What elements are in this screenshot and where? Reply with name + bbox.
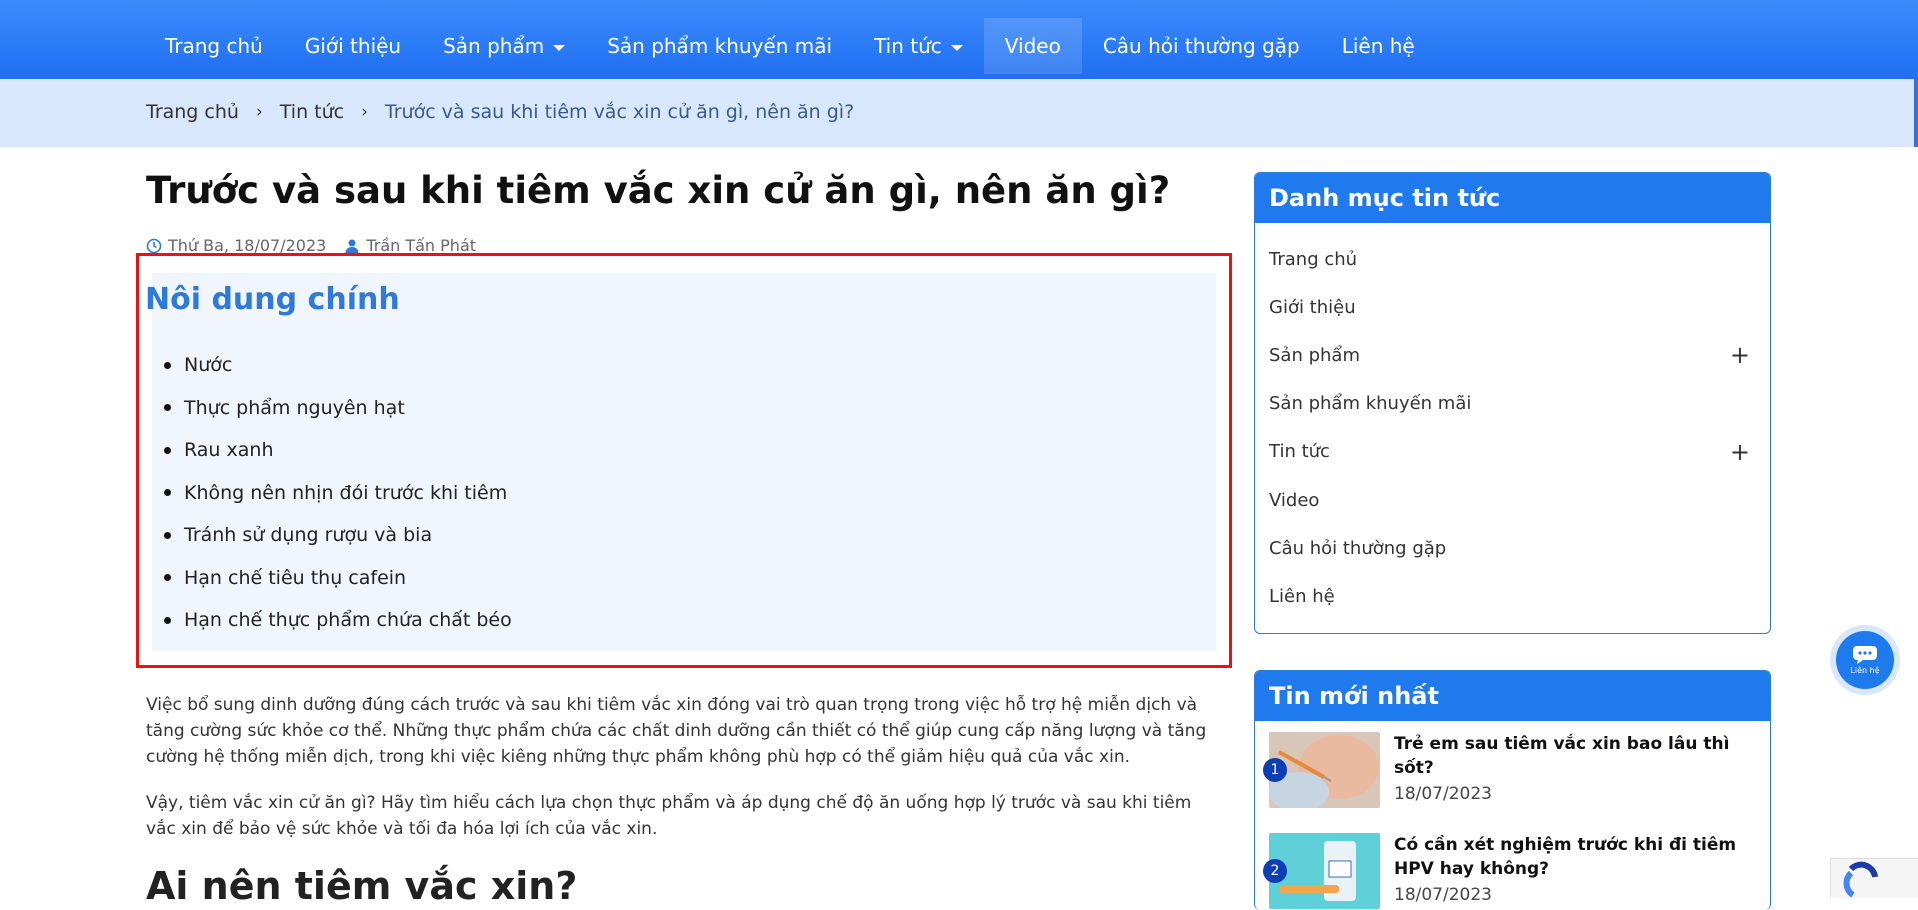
toc-item[interactable]: Không nên nhịn đói trước khi tiêm: [160, 472, 512, 515]
nav-label: Câu hỏi thường gặp: [1102, 34, 1300, 58]
page-scrollbar[interactable]: [1914, 79, 1918, 147]
news-title[interactable]: Có cần xét nghiệm trước khi đi tiêm HPV …: [1394, 833, 1754, 881]
category-item-faq[interactable]: Câu hỏi thường gặp: [1255, 524, 1770, 572]
category-item-promotions[interactable]: Sản phẩm khuyến mãi: [1255, 380, 1770, 428]
contact-chat-button[interactable]: Liên hệ: [1836, 631, 1894, 689]
user-icon: [345, 239, 359, 253]
nav-item-promotions[interactable]: Sản phẩm khuyến mãi: [586, 18, 853, 74]
breadcrumb-home-link[interactable]: Trang chủ: [146, 101, 239, 123]
category-label: Câu hỏi thường gặp: [1269, 537, 1447, 559]
chat-label: Liên hệ: [1850, 666, 1880, 675]
news-rank-badge: 1: [1263, 758, 1287, 782]
caret-down-icon: [553, 44, 566, 51]
news-date: 18/07/2023: [1394, 885, 1492, 905]
chevron-right-icon: ›: [361, 102, 368, 122]
category-item-contact[interactable]: Liên hệ: [1255, 572, 1770, 620]
category-panel-title: Danh mục tin tức: [1255, 173, 1770, 223]
category-panel: Danh mục tin tức Trang chủ Giới thiệu Sả…: [1254, 172, 1771, 634]
nav-label: Video: [1004, 34, 1061, 58]
chevron-right-icon: ›: [255, 102, 263, 122]
breadcrumb-news-link[interactable]: Tin tức: [280, 101, 344, 123]
toc-item[interactable]: Tránh sử dụng rượu và bia: [160, 514, 512, 557]
nav-label: Giới thiệu: [304, 34, 402, 58]
toc-item[interactable]: Thực phẩm nguyên hạt: [160, 387, 512, 430]
nav-item-video[interactable]: Video: [983, 18, 1082, 74]
nav-label: Liên hệ: [1341, 34, 1415, 58]
category-label: Giới thiệu: [1269, 296, 1356, 318]
toc-item[interactable]: Hạn chế thực phẩm chứa chất béo: [160, 599, 512, 642]
news-title[interactable]: Trẻ em sau tiêm vắc xin bao lâu thì sốt?: [1394, 732, 1754, 780]
category-item-video[interactable]: Video: [1255, 476, 1770, 524]
nav-item-news[interactable]: Tin tức: [853, 18, 984, 74]
latest-news-panel: Tin mới nhất 1 Trẻ em sau tiêm vắc xin b…: [1254, 670, 1771, 910]
category-item-products[interactable]: Sản phẩm +: [1255, 331, 1770, 379]
news-rank-badge: 2: [1263, 859, 1287, 883]
category-label: Sản phẩm: [1269, 344, 1360, 366]
recaptcha-icon: [1843, 861, 1878, 898]
category-item-home[interactable]: Trang chủ: [1255, 235, 1770, 283]
category-label: Trang chủ: [1269, 248, 1358, 270]
toc-title: Nôi dung chính: [145, 282, 400, 317]
category-label: Video: [1269, 489, 1320, 511]
nav-item-about[interactable]: Giới thiệu: [284, 18, 422, 74]
category-label: Sản phẩm khuyến mãi: [1269, 393, 1472, 415]
nav-item-products[interactable]: Sản phẩm: [422, 18, 586, 74]
toc-item[interactable]: Hạn chế tiêu thụ cafein: [160, 557, 512, 600]
category-label: Tin tức: [1269, 441, 1330, 463]
recaptcha-badge[interactable]: [1830, 858, 1918, 898]
nav-label: Sản phẩm: [443, 34, 545, 58]
category-label: Liên hệ: [1269, 585, 1335, 607]
section-heading: Ai nên tiêm vắc xin?: [146, 864, 578, 908]
news-date: 18/07/2023: [1394, 784, 1492, 804]
top-navbar: Trang chủ Giới thiệu Sản phẩm Sản phẩm k…: [0, 0, 1918, 79]
nav-item-home[interactable]: Trang chủ: [144, 18, 284, 74]
nav-item-contact[interactable]: Liên hệ: [1321, 18, 1436, 74]
article-title: Trước và sau khi tiêm vắc xin cử ăn gì, …: [146, 169, 1171, 212]
news-item[interactable]: 1 Trẻ em sau tiêm vắc xin bao lâu thì số…: [1263, 732, 1754, 808]
toc-item[interactable]: Nước: [160, 344, 512, 387]
article-paragraph: Vậy, tiêm vắc xin cử ăn gì? Hãy tìm hiểu…: [146, 793, 1192, 839]
article-paragraph: Việc bổ sung dinh dưỡng đúng cách trước …: [146, 695, 1207, 767]
breadcrumb-current: Trước và sau khi tiêm vắc xin cử ăn gì, …: [384, 101, 855, 123]
expand-plus-icon[interactable]: +: [1730, 438, 1750, 466]
toc-item[interactable]: Rau xanh: [160, 429, 512, 472]
breadcrumb: Trang chủ › Tin tức › Trước và sau khi t…: [146, 101, 854, 123]
nav-label: Trang chủ: [165, 34, 263, 58]
breadcrumb-bar: Trang chủ › Tin tức › Trước và sau khi t…: [0, 79, 1914, 147]
category-item-news[interactable]: Tin tức +: [1255, 428, 1770, 476]
clock-icon: [146, 238, 162, 253]
chat-icon: [1853, 646, 1877, 664]
category-list: Trang chủ Giới thiệu Sản phẩm + Sản phẩm …: [1255, 223, 1770, 633]
nav-menu: Trang chủ Giới thiệu Sản phẩm Sản phẩm k…: [144, 18, 1436, 74]
toc-list: Nước Thực phẩm nguyên hạt Rau xanh Không…: [160, 344, 512, 642]
nav-item-faq[interactable]: Câu hỏi thường gặp: [1082, 18, 1321, 74]
category-item-about[interactable]: Giới thiệu: [1255, 283, 1770, 331]
nav-label: Tin tức: [874, 34, 942, 58]
latest-news-title: Tin mới nhất: [1255, 671, 1770, 721]
expand-plus-icon[interactable]: +: [1730, 341, 1750, 369]
caret-down-icon: [950, 44, 963, 51]
nav-label: Sản phẩm khuyến mãi: [607, 34, 833, 58]
